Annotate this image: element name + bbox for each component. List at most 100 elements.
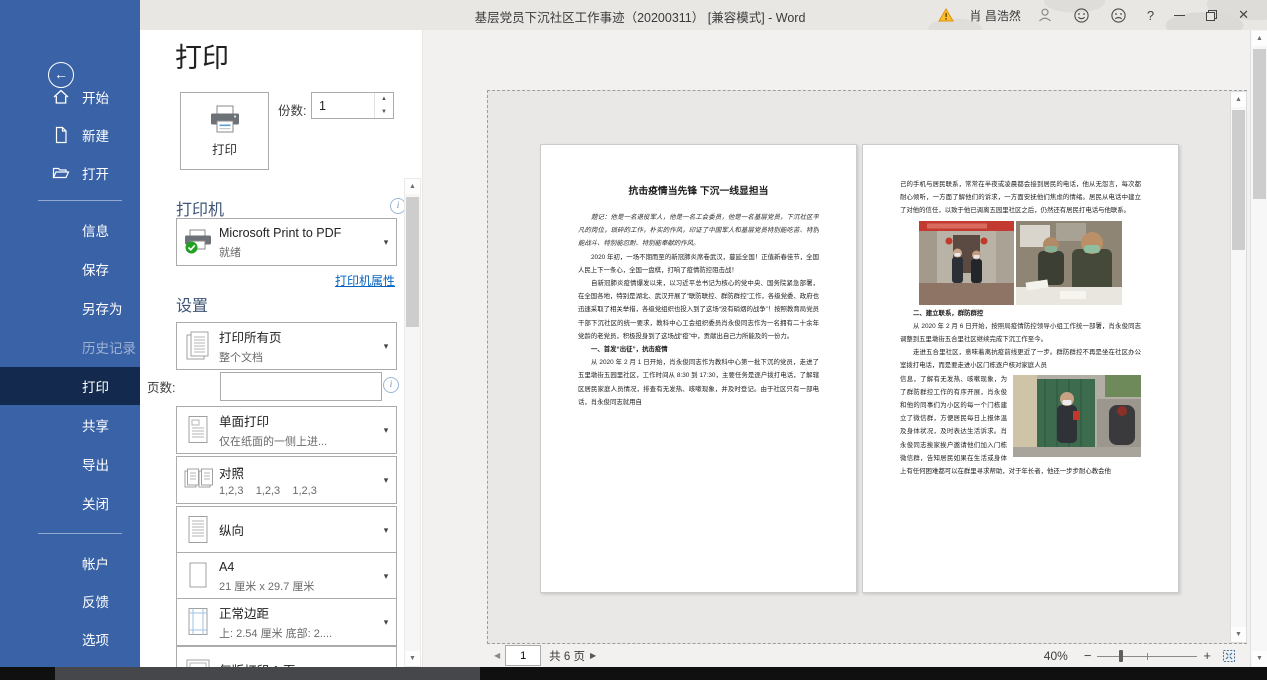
sidebar-item-home[interactable]: 开始: [0, 78, 140, 116]
taskbar-app-segment[interactable]: [55, 667, 480, 680]
sidebar-item-options[interactable]: 选项: [0, 620, 140, 658]
print-button[interactable]: 打印: [180, 92, 269, 170]
sidebar-item-close[interactable]: 关闭: [0, 484, 140, 522]
collation-selector[interactable]: 对照 1,2,3 1,2,3 1,2,3 ▾: [176, 456, 397, 504]
settings-scrollbar[interactable]: ▲ ▼: [404, 178, 421, 667]
scroll-up-button[interactable]: ▲: [1231, 92, 1246, 107]
pages-per-sheet-selector[interactable]: 每版打印 1 页 ▾: [176, 646, 397, 667]
pages-per-sheet-icon: [177, 658, 219, 667]
sidebar-item-label: 打开: [82, 163, 109, 183]
scrollbar-thumb[interactable]: [406, 197, 419, 327]
scroll-up-button[interactable]: ▲: [1252, 31, 1267, 46]
window-scrollbar[interactable]: ▲ ▼: [1250, 30, 1267, 667]
printer-properties-link[interactable]: 打印机属性: [176, 272, 395, 289]
doc-subheading: 二、建立联系，群防群控: [900, 307, 1141, 320]
option-title: A4: [219, 560, 234, 574]
sidebar-item-save[interactable]: 保存: [0, 250, 140, 288]
printer-name: Microsoft Print to PDF: [219, 226, 341, 240]
office-phone-call-photo: [1016, 221, 1122, 305]
printer-selector[interactable]: Microsoft Print to PDF 就绪 ▾: [176, 218, 397, 266]
previous-page-button[interactable]: ◀: [489, 651, 505, 660]
scrollbar-thumb[interactable]: [1253, 49, 1266, 199]
account-person-icon[interactable]: [1027, 0, 1063, 30]
sidebar-item-label: 信息: [82, 220, 109, 240]
sidebar-item-label: 导出: [82, 454, 109, 474]
copies-input[interactable]: [312, 93, 374, 118]
restore-button[interactable]: [1195, 0, 1228, 30]
scroll-up-button[interactable]: ▲: [405, 179, 420, 194]
printer-section-header: 打印机: [176, 196, 224, 220]
close-button[interactable]: ✕: [1228, 0, 1259, 30]
sidebar-item-label: 另存为: [82, 298, 123, 318]
warning-triangle-icon: [938, 8, 954, 22]
scroll-down-button[interactable]: ▼: [1231, 627, 1246, 642]
option-title: 纵向: [219, 524, 244, 538]
portrait-orientation-icon: [177, 515, 219, 545]
new-document-icon: [52, 126, 70, 144]
preview-scrollbar[interactable]: ▲ ▼: [1230, 91, 1247, 643]
page-title: 打印: [175, 36, 229, 75]
sidebar-item-label: 共享: [82, 415, 109, 435]
preview-status-bar: ◀ 共 6 页 ▶ 40% − +: [423, 644, 1250, 667]
pages-range-input[interactable]: [220, 372, 382, 401]
current-page-input[interactable]: [505, 645, 541, 666]
chevron-down-icon: ▾: [376, 617, 396, 628]
help-button[interactable]: ?: [1137, 0, 1164, 30]
warning-icon[interactable]: [928, 0, 964, 30]
minimize-icon: [1174, 15, 1185, 16]
open-folder-icon: [52, 164, 70, 182]
sidebar-item-print[interactable]: 打印: [0, 367, 140, 405]
chevron-down-icon: ▾: [376, 571, 396, 582]
sidebar-item-save-as[interactable]: 另存为: [0, 289, 140, 327]
next-page-button[interactable]: ▶: [585, 651, 601, 660]
copies-increment-button[interactable]: ▲: [375, 93, 393, 106]
margins-selector[interactable]: 正常边距 上: 2.54 厘米 底部: 2.... ▾: [176, 598, 397, 646]
zoom-out-button[interactable]: −: [1078, 648, 1098, 663]
sidebar-item-label: 历史记录: [82, 337, 136, 357]
chevron-down-icon: ▾: [376, 525, 396, 536]
sidebar-item-account[interactable]: 帐户: [0, 544, 140, 582]
print-range-selector[interactable]: 打印所有页 整个文档 ▾: [176, 322, 397, 370]
one-sided-print-icon: [177, 415, 219, 445]
zoom-to-page-button[interactable]: [1221, 648, 1237, 664]
sidebar-item-open[interactable]: 打开: [0, 154, 140, 192]
scrollbar-thumb[interactable]: [1232, 110, 1245, 250]
user-name[interactable]: 肖 昌浩然: [964, 0, 1027, 30]
feedback-smile-icon[interactable]: [1063, 0, 1100, 30]
sidebar-item-export[interactable]: 导出: [0, 445, 140, 483]
copies-decrement-button[interactable]: ▼: [375, 106, 393, 119]
chevron-down-icon: ▾: [376, 475, 396, 486]
chevron-down-icon: ▾: [376, 425, 396, 436]
zoom-slider[interactable]: [1097, 649, 1197, 663]
zoom-slider-thumb[interactable]: [1119, 650, 1123, 662]
zoom-in-button[interactable]: +: [1197, 648, 1217, 663]
sidebar-divider: [38, 200, 122, 201]
doc-subheading: 一、首发“出征”，抗击疫情: [578, 343, 819, 356]
print-backstage: 打印 打印 份数: ▲ ▼ 打印机: [140, 30, 1250, 667]
orientation-selector[interactable]: 纵向 ▾: [176, 506, 397, 554]
paper-size-icon: [177, 561, 219, 591]
sidebar-item-new[interactable]: 新建: [0, 116, 140, 154]
feedback-frown-icon[interactable]: [1100, 0, 1137, 30]
minimize-button[interactable]: [1164, 0, 1195, 30]
sidebar-item-share[interactable]: 共享: [0, 406, 140, 444]
sidebar-item-history: 历史记录: [0, 328, 140, 366]
printer-status: 就绪: [219, 244, 376, 260]
scroll-down-button[interactable]: ▼: [1252, 651, 1267, 666]
doc-photo-row: [900, 221, 1141, 305]
scroll-down-button[interactable]: ▼: [405, 651, 420, 666]
sidebar-item-feedback[interactable]: 反馈: [0, 582, 140, 620]
sidebar-item-label: 打印: [82, 376, 109, 396]
paper-size-selector[interactable]: A4 21 厘米 x 29.7 厘米 ▾: [176, 552, 397, 600]
sidebar-item-info[interactable]: 信息: [0, 211, 140, 249]
duplex-selector[interactable]: 单面打印 仅在纸面的一侧上进... ▾: [176, 406, 397, 454]
sidebar-item-label: 反馈: [82, 591, 109, 611]
printer-ready-icon: [177, 229, 219, 255]
preview-canvas: 抗击疫情当先锋 下沉一线显担当 题记：他是一名退役军人，他是一名工会委员，他是一…: [487, 90, 1247, 644]
collated-icon: [177, 467, 219, 493]
doc-paragraph: 题记：他是一名退役军人，他是一名工会委员，他是一名基层党员，下沉社区平凡的岗位，…: [578, 211, 819, 251]
doc-heading: 抗击疫情当先锋 下沉一线显担当: [578, 185, 819, 198]
windows-taskbar[interactable]: [0, 667, 1267, 680]
option-subtitle: 21 厘米 x 29.7 厘米: [219, 578, 376, 594]
backstage-sidebar: ← 开始 新建 打开 信息 保存 另存为 历史记录 打印 共享 导出 关闭: [0, 0, 140, 667]
